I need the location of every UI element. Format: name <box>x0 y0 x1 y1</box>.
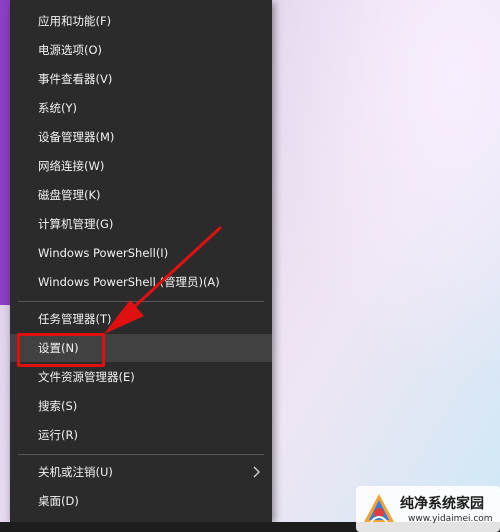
desktop-wallpaper <box>270 0 500 380</box>
menu-separator <box>18 301 264 302</box>
watermark-title: 纯净系统家园 <box>400 496 484 512</box>
menu-item-run[interactable]: 运行(R) <box>10 421 272 449</box>
menu-item-power-options[interactable]: 电源选项(O) <box>10 36 272 64</box>
menu-item-task-manager[interactable]: 任务管理器(T) <box>10 305 272 333</box>
menu-item-disk-management[interactable]: 磁盘管理(K) <box>10 181 272 209</box>
menu-item-desktop[interactable]: 桌面(D) <box>10 487 272 515</box>
menu-item-apps-features[interactable]: 应用和功能(F) <box>10 7 272 35</box>
watermark-logo-icon <box>364 494 394 523</box>
chevron-right-icon <box>253 466 260 478</box>
menu-item-file-explorer[interactable]: 文件资源管理器(E) <box>10 363 272 391</box>
watermark: 纯净系统家园 www.yidaimei.com <box>356 486 500 532</box>
menu-separator <box>18 454 264 455</box>
menu-item-event-viewer[interactable]: 事件查看器(V) <box>10 65 272 93</box>
menu-item-computer-management[interactable]: 计算机管理(G) <box>10 210 272 238</box>
menu-item-powershell-admin[interactable]: Windows PowerShell (管理员)(A) <box>10 268 272 296</box>
menu-item-device-manager[interactable]: 设备管理器(M) <box>10 123 272 151</box>
menu-item-search[interactable]: 搜索(S) <box>10 392 272 420</box>
menu-item-shutdown-signout[interactable]: 关机或注销(U) <box>10 458 272 486</box>
winx-context-menu: 应用和功能(F) 电源选项(O) 事件查看器(V) 系统(Y) 设备管理器(M)… <box>10 0 272 522</box>
settings-highlight-box <box>17 333 105 367</box>
menu-item-powershell[interactable]: Windows PowerShell(I) <box>10 239 272 267</box>
menu-item-system[interactable]: 系统(Y) <box>10 94 272 122</box>
watermark-url: www.yidaimei.com <box>408 514 493 524</box>
menu-item-network-connections[interactable]: 网络连接(W) <box>10 152 272 180</box>
